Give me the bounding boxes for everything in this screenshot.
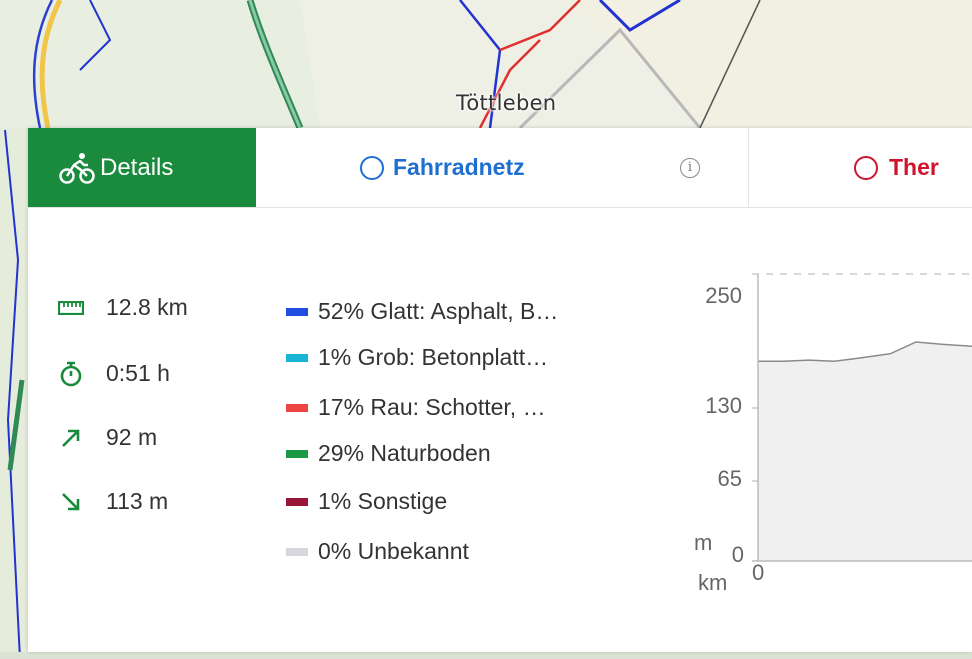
legend-item: 1% Grob: Betonplatt… [286, 344, 548, 371]
tab-fahrradnetz[interactable]: Fahrradnetz i [256, 128, 749, 207]
bicycle-icon [59, 152, 95, 184]
stat-distance-value: 12.8 km [106, 294, 188, 320]
tab-themen[interactable]: Ther [749, 128, 972, 207]
legend-label: 1% Grob: Betonplatt… [318, 344, 549, 370]
tab-themen-label: Ther [889, 154, 939, 180]
stopwatch-icon [58, 361, 84, 387]
stat-distance: 12.8 km [58, 294, 188, 321]
legend-label: 1% Sonstige [318, 488, 448, 514]
info-icon[interactable]: i [680, 158, 700, 178]
tab-details-label: Details [100, 153, 174, 181]
elevation-chart[interactable] [752, 268, 972, 588]
tab-details[interactable]: Details [28, 128, 256, 207]
circle-outline-icon [360, 155, 384, 180]
y-tick-label: 65 [717, 466, 742, 491]
legend-item: 0% Unbekannt [286, 538, 469, 565]
swatch-unknown [286, 547, 308, 556]
x-unit-label: km [698, 570, 728, 595]
circle-outline-icon [854, 155, 878, 180]
stat-ascent: 92 m [58, 424, 157, 451]
legend-label: 29% Naturboden [318, 440, 491, 466]
swatch-smooth [286, 307, 308, 316]
swatch-coarse [286, 353, 308, 362]
y-tick-label: 130 [705, 393, 742, 418]
stat-descent-value: 113 m [106, 488, 169, 514]
legend-label: 0% Unbekannt [318, 538, 469, 564]
stat-duration-value: 0:51 h [106, 360, 170, 386]
descent-arrow-icon [58, 489, 84, 515]
ruler-icon [58, 295, 84, 321]
stat-ascent-value: 92 m [106, 424, 158, 450]
stat-duration: 0:51 h [58, 360, 170, 387]
ascent-arrow-icon [58, 425, 84, 451]
swatch-rough [286, 403, 308, 412]
tab-fahrradnetz-label: Fahrradnetz [393, 154, 525, 180]
legend-label: 52% Glatt: Asphalt, B… [318, 298, 559, 324]
y-zero-label: 0 [731, 542, 744, 567]
swatch-other [286, 497, 308, 506]
elevation-area [758, 342, 972, 561]
route-details-panel: Details Fahrradnetz i Ther 12.8 km 0:51 … [28, 128, 972, 652]
legend-item: 29% Naturboden [286, 440, 491, 467]
y-unit-label: m [694, 530, 713, 555]
legend-item: 17% Rau: Schotter, … [286, 394, 546, 421]
legend-item: 1% Sonstige [286, 488, 447, 515]
map-place-label: Töttleben [456, 91, 557, 115]
legend-item: 52% Glatt: Asphalt, B… [286, 298, 558, 325]
swatch-natural [286, 449, 308, 458]
tab-bar: Details Fahrradnetz i Ther [28, 128, 972, 208]
legend-label: 17% Rau: Schotter, … [318, 394, 546, 420]
stat-descent: 113 m [58, 488, 168, 515]
y-tick-label: 250 [705, 283, 742, 308]
